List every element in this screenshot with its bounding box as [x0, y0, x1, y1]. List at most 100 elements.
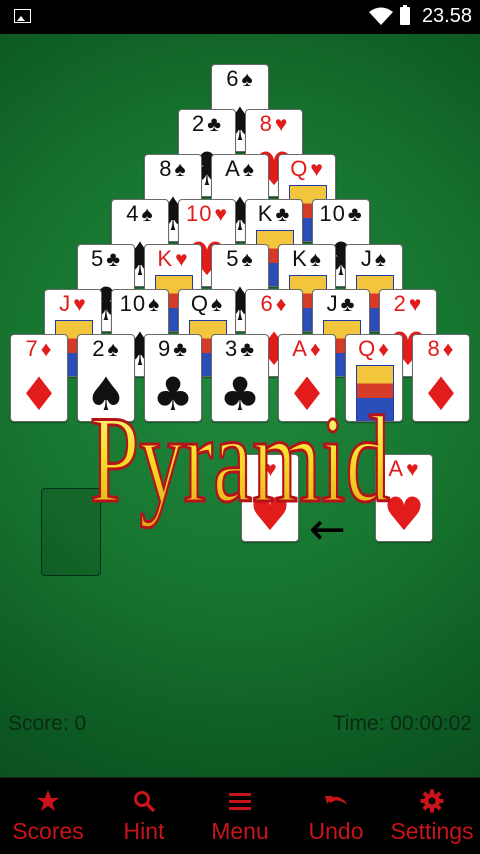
card-suit: ♠: [174, 158, 187, 181]
card-index: 4♠: [112, 202, 168, 227]
card-rank: 2: [393, 291, 407, 316]
battery-charging-icon: [400, 5, 410, 25]
menu-label: Menu: [211, 818, 269, 844]
card-rank: K: [157, 246, 174, 271]
card-rank: Q: [190, 291, 209, 316]
card-index: J♥: [45, 292, 101, 317]
card-index: Q♥: [279, 157, 335, 182]
card-suit: ♥: [214, 203, 228, 226]
card-suit: ♦: [309, 338, 322, 361]
card-index: 5♠: [212, 247, 268, 272]
card-rank: 8: [159, 156, 173, 181]
card-suit: ♥: [310, 158, 324, 181]
undo-icon: [288, 788, 384, 814]
wifi-icon: [369, 7, 393, 25]
card-rank: 8: [259, 111, 273, 136]
card-rank: 10: [319, 201, 346, 226]
card-index: Q♠: [179, 292, 235, 317]
card-index: 2♠: [78, 337, 134, 362]
card-suit: ♣: [347, 203, 363, 226]
card-rank: 7: [25, 336, 39, 361]
card-index: 8♥: [246, 112, 302, 137]
card-rank: 2: [191, 111, 206, 136]
pyramid-title-overlay: Pyramid: [89, 390, 392, 530]
settings-button[interactable]: Settings: [384, 778, 480, 854]
card-rank: 10: [119, 291, 147, 316]
card-suit: ♦: [378, 338, 390, 361]
card-index: 8♠: [145, 157, 201, 182]
card-index: 9♣: [145, 337, 201, 362]
card-rank: A: [292, 336, 308, 361]
card-suit: ♠: [309, 248, 322, 271]
card-suit: ♠: [210, 293, 224, 316]
card-suit: ♠: [148, 293, 161, 316]
card-index: A♦: [279, 337, 335, 362]
hint-button[interactable]: Hint: [96, 778, 192, 854]
card-suit: ♣: [240, 338, 256, 361]
card-suit: ♦: [442, 338, 455, 361]
card-rank: J: [360, 246, 373, 271]
card-rank: 3: [224, 336, 239, 361]
card-index: 2♣: [179, 112, 235, 137]
scores-button[interactable]: Scores: [0, 778, 96, 854]
card-suit: ♥: [175, 248, 189, 271]
card-rank: K: [257, 201, 274, 226]
menu-icon: [192, 788, 288, 814]
card-index: 10♥: [179, 202, 235, 227]
card-rank: K: [292, 246, 308, 271]
search-icon: [96, 788, 192, 814]
card-rank: 10: [186, 201, 213, 226]
scores-label: Scores: [12, 818, 84, 844]
card-rank: A: [225, 156, 241, 181]
card-suit: ♠: [241, 68, 254, 91]
card-suit: ♦: [275, 293, 288, 316]
card-rank: 9: [157, 336, 172, 361]
undo-label: Undo: [308, 818, 364, 844]
card-suit: ♥: [274, 113, 289, 136]
status-time: 23.58: [421, 5, 472, 27]
card-suit: ♠: [241, 248, 254, 271]
card-suit: ♠: [107, 338, 120, 361]
game-table: 6♠ ♠ 2♣ ♣ 8♥ ♥ 8♠ ♠ A♠ ♠ Q♥ 4♠ ♠ 10♥ ♥ K♣ 10♣ ♣ 5♣ ♣ K♥ 5♠ ♠ K♠…: [0, 34, 480, 777]
card-rank: 5: [90, 246, 105, 271]
card-suit: ♣: [340, 293, 356, 316]
card-suit: ♣: [106, 248, 122, 271]
star-icon: [0, 788, 96, 814]
card-suit: ♠: [374, 248, 388, 271]
settings-label: Settings: [390, 818, 474, 844]
card-rank: 6: [226, 66, 240, 91]
card-rank: 6: [260, 291, 274, 316]
score-label: Score: 0: [8, 712, 87, 735]
card-suit: ♣: [173, 338, 189, 361]
card-suit: ♠: [242, 158, 255, 181]
card-rank: 5: [226, 246, 240, 271]
card-rank: 4: [126, 201, 140, 226]
card-index: K♣: [246, 202, 302, 227]
pyramid-title-text: Pyramid: [90, 391, 390, 528]
hint-label: Hint: [123, 818, 165, 844]
card-index: J♣: [313, 292, 369, 317]
card-index: 8♦: [413, 337, 469, 362]
card-rank: Q: [290, 156, 309, 181]
card-index: 3♣: [212, 337, 268, 362]
card-suit: ♥: [73, 293, 87, 316]
card-rank: J: [326, 291, 339, 316]
card-rank: 2: [92, 336, 106, 361]
card-index: 6♦: [246, 292, 302, 317]
card-suit: ♥: [408, 293, 423, 316]
bottom-toolbar: Scores Hint Menu Undo Settings: [0, 777, 480, 854]
card-index: 10♠: [112, 292, 168, 317]
card-suit: ♣: [275, 203, 291, 226]
image-notification-icon: [14, 9, 31, 23]
card-index: 5♣: [78, 247, 134, 272]
menu-button[interactable]: Menu: [192, 778, 288, 854]
card-suit: ♦: [40, 338, 53, 361]
card-rank: J: [59, 291, 72, 316]
card-rank: Q: [358, 336, 377, 361]
card-index: J♠: [346, 247, 402, 272]
card-index: 6♠: [212, 67, 268, 92]
undo-button[interactable]: Undo: [288, 778, 384, 854]
card-index: 7♦: [11, 337, 67, 362]
timer-label: Time: 00:00:02: [332, 712, 472, 735]
card-suit: ♣: [207, 113, 223, 136]
